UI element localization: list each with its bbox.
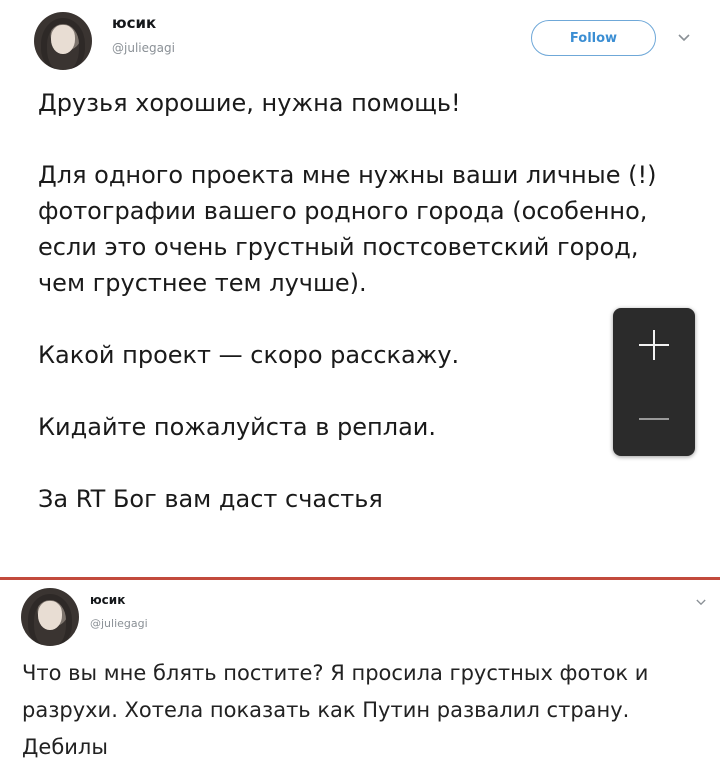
plus-icon — [639, 330, 669, 360]
chevron-down-icon[interactable] — [676, 30, 692, 46]
author-name[interactable]: юсик — [90, 593, 125, 607]
tweet-text: Друзья хорошие, нужна помощь! Для одного… — [38, 85, 698, 517]
tweet-paragraph: Для одного проекта мне нужны ваши личные… — [38, 161, 657, 297]
zoom-out-button[interactable] — [613, 382, 695, 456]
zoom-in-button[interactable] — [613, 308, 695, 382]
avatar[interactable] — [21, 588, 79, 646]
follow-button[interactable]: Follow — [531, 20, 656, 56]
chevron-down-icon[interactable] — [693, 594, 709, 610]
divider — [0, 577, 720, 580]
author-name[interactable]: юсик — [112, 14, 156, 32]
author-handle[interactable]: @juliegagi — [90, 617, 148, 630]
minus-icon — [639, 418, 669, 420]
tweet-original: юсик @juliegagi Follow Друзья хорошие, н… — [0, 0, 720, 580]
author-handle[interactable]: @juliegagi — [112, 41, 175, 55]
tweet-paragraph: За RT Бог вам даст счастья — [38, 485, 383, 513]
avatar[interactable] — [34, 12, 92, 70]
tweet-paragraph: Какой проект — скоро расскажу. — [38, 341, 460, 369]
zoom-control — [613, 308, 695, 456]
tweet-text: Что вы мне блять постите? Я просила грус… — [22, 661, 649, 759]
tweet-paragraph: Кидайте пожалуйста в реплаи. — [38, 413, 437, 441]
tweet-paragraph: Друзья хорошие, нужна помощь! — [38, 89, 461, 117]
